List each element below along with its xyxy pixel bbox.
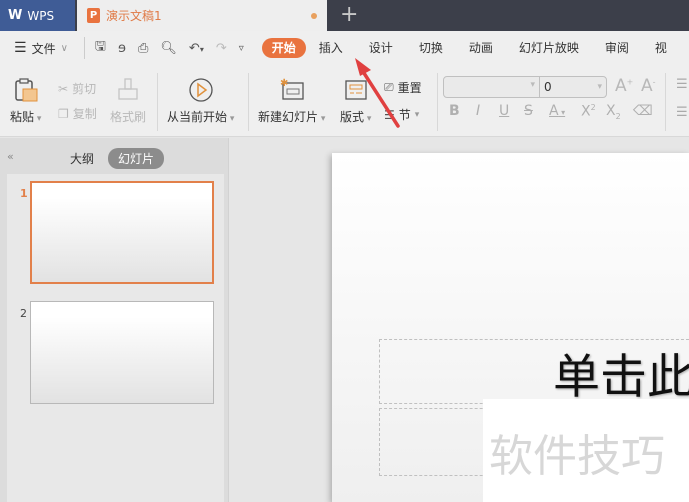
strikethrough-icon[interactable]: S — [524, 103, 533, 119]
watermark-text: 软件技巧 — [489, 431, 665, 482]
underline-icon[interactable]: U — [499, 103, 509, 119]
slide-number: 1 — [20, 187, 28, 200]
presentation-file-icon: P — [87, 8, 100, 23]
new-slide-label: 新建幻灯片 ▾ — [258, 110, 326, 124]
italic-icon[interactable]: I — [476, 103, 480, 119]
reset-button[interactable]: ⎚ 重置 — [384, 79, 422, 96]
title-bar: W WPS P 演示文稿1 + — [0, 0, 689, 31]
bold-icon[interactable]: B — [449, 103, 460, 119]
ribbon-divider — [248, 73, 249, 131]
reset-label: 重置 — [397, 81, 422, 95]
tab-animations[interactable]: 动画 — [456, 38, 506, 58]
chevron-down-icon: ∨ — [60, 42, 68, 54]
align-left-icon[interactable]: ☰ — [676, 105, 688, 120]
font-size-value: 0 — [544, 80, 552, 94]
paste-label: 粘贴 ▾ — [10, 110, 42, 124]
wps-home-tab[interactable]: W WPS — [0, 0, 75, 31]
format-painter-button[interactable]: 格式刷 — [110, 77, 146, 125]
quick-access-toolbar: 🖫 ɘ ⎙ 🔍︎ ↶▾ ↷ ▿ — [83, 37, 244, 59]
tab-insert[interactable]: 插入 — [306, 38, 356, 58]
save-icon[interactable]: 🖫 — [95, 37, 106, 59]
wps-logo-icon: W — [8, 8, 23, 23]
tab-slides[interactable]: 幻灯片 — [108, 148, 165, 169]
ribbon-tabs: 开始 插入 设计 切换 动画 幻灯片放映 审阅 视 — [261, 38, 680, 58]
font-name-select[interactable]: ▾ — [443, 76, 540, 98]
ribbon-divider — [437, 73, 438, 131]
new-slide-icon: ✱ — [280, 78, 304, 100]
document-tab[interactable]: P 演示文稿1 — [77, 0, 327, 31]
layout-label: 版式 ▾ — [340, 110, 372, 124]
tab-view[interactable]: 视 — [642, 38, 680, 58]
menu-bar: ☰ 文件 ∨ 🖫 ɘ ⎙ 🔍︎ ↶▾ ↷ ▿ 开始 插入 设计 切换 动画 幻灯… — [0, 31, 689, 65]
new-tab-button[interactable]: + — [340, 3, 358, 27]
customize-toolbar-icon[interactable]: ▿ — [239, 43, 244, 54]
wps-home-label: WPS — [27, 8, 55, 23]
copy-icon: ❐ — [58, 106, 69, 121]
file-menu[interactable]: ☰ 文件 ∨ — [0, 40, 68, 57]
section-button[interactable]: ☰ 节 ▾ — [384, 106, 419, 123]
section-icon: ☰ — [384, 107, 395, 122]
print-preview-icon[interactable]: 🔍︎ — [160, 41, 177, 56]
undo-icon[interactable]: ↶▾ — [189, 41, 204, 56]
ribbon: 粘贴 ▾ ✂ 剪切 ❐ 复制 格式刷 从当前开始 ▾ ✱ 新建幻灯片 ▾ 版式 ▾ … — [0, 65, 689, 137]
chevron-down-icon: ▾ — [597, 82, 602, 92]
cut-label: 剪切 — [72, 82, 97, 96]
font-color-icon[interactable]: A ▾ — [549, 103, 565, 119]
layout-button[interactable]: 版式 ▾ — [340, 77, 371, 125]
tab-outline[interactable]: 大纲 — [70, 150, 94, 167]
tab-slideshow[interactable]: 幻灯片放映 — [506, 38, 592, 58]
print-icon[interactable]: ⎙ — [138, 41, 148, 56]
format-painter-icon — [118, 78, 138, 100]
slide-number: 2 — [20, 307, 27, 320]
clipboard-icon — [14, 78, 38, 102]
subscript-icon[interactable]: X2 — [606, 103, 621, 121]
play-from-current-label: 从当前开始 ▾ — [167, 110, 235, 124]
reset-icon: ⎚ — [384, 80, 394, 94]
copy-label: 复制 — [72, 107, 97, 121]
tab-transitions[interactable]: 切换 — [406, 38, 456, 58]
paste-button[interactable]: 粘贴 ▾ — [10, 77, 41, 125]
superscript-icon[interactable]: X2 — [581, 103, 596, 120]
increase-font-icon[interactable]: A+ — [615, 76, 633, 96]
title-placeholder-text: 单击此 — [553, 350, 689, 405]
play-from-current-button[interactable]: 从当前开始 ▾ — [167, 77, 234, 125]
slide-thumbnail[interactable] — [30, 181, 214, 284]
font-size-select[interactable]: 0 ▾ — [539, 76, 607, 98]
redo-icon[interactable]: ↷ — [216, 41, 227, 56]
new-slide-button[interactable]: ✱ 新建幻灯片 ▾ — [258, 77, 325, 125]
layout-icon — [345, 80, 367, 100]
svg-text:✱: ✱ — [280, 78, 288, 89]
hamburger-icon: ☰ — [14, 40, 27, 56]
chevron-down-icon: ▾ — [530, 80, 535, 90]
ribbon-divider — [665, 73, 666, 131]
document-tab-label: 演示文稿1 — [106, 9, 162, 23]
unsaved-indicator-icon — [311, 13, 317, 19]
file-menu-label: 文件 — [31, 41, 56, 56]
clear-format-icon[interactable]: ⌫ — [633, 103, 653, 119]
cut-button[interactable]: ✂ 剪切 — [58, 80, 96, 97]
ribbon-divider — [157, 73, 158, 131]
tab-review[interactable]: 审阅 — [592, 38, 642, 58]
section-label: 节 — [398, 108, 411, 122]
bullet-list-icon[interactable]: ☰ — [676, 77, 688, 92]
collapse-panel-icon[interactable]: « — [7, 150, 14, 163]
slide-thumbnail[interactable] — [30, 301, 214, 404]
format-painter-label: 格式刷 — [110, 110, 147, 124]
scissors-icon: ✂ — [58, 81, 69, 96]
export-pdf-icon[interactable]: ɘ — [118, 41, 126, 56]
tab-design[interactable]: 设计 — [356, 38, 406, 58]
decrease-font-icon[interactable]: A- — [641, 76, 656, 96]
play-icon — [189, 78, 213, 102]
tab-home[interactable]: 开始 — [261, 38, 306, 58]
copy-button[interactable]: ❐ 复制 — [58, 105, 97, 122]
